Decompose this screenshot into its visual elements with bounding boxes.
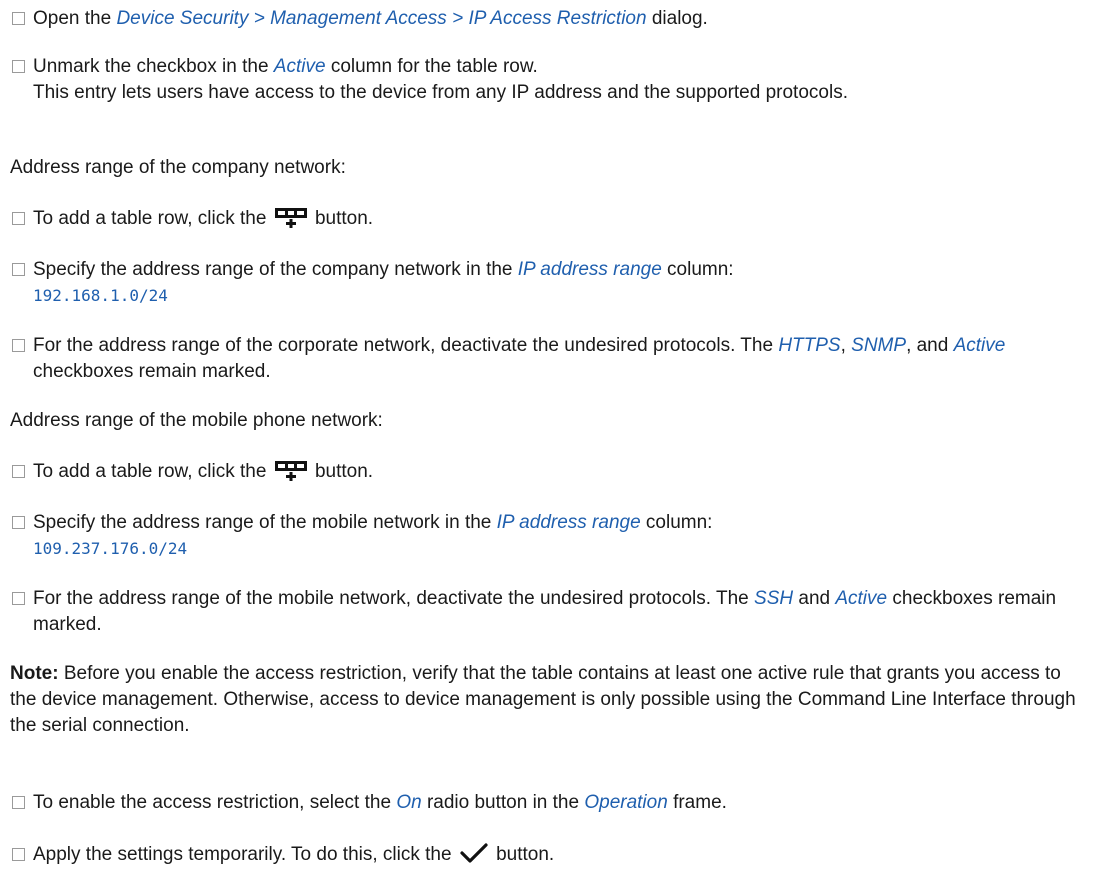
step-checkbox <box>12 465 25 478</box>
active-column-reference: Active <box>273 56 326 77</box>
https-reference: HTTPS <box>778 335 841 356</box>
step-text: button. <box>309 208 374 229</box>
step-checkbox <box>12 848 25 861</box>
active-reference: Active <box>835 588 888 609</box>
step-text: Apply the settings temporarily. To do th… <box>33 844 457 865</box>
mobile-network-heading: Address range of the mobile phone networ… <box>10 410 383 431</box>
separator-text: and <box>793 588 836 609</box>
step-checkbox <box>12 263 25 276</box>
note-text: Before you enable the access restriction… <box>10 663 1076 736</box>
step-deactivate-mobile-protocols: For the address range of the mobile netw… <box>10 586 1085 638</box>
instruction-document: Open the Device Security > Management Ac… <box>0 0 1093 894</box>
add-row-icon <box>274 206 308 236</box>
step-open-dialog: Open the Device Security > Management Ac… <box>10 6 1085 32</box>
step-text: column for the table row. <box>325 56 538 77</box>
ip-address-range-reference: IP address range <box>496 512 641 533</box>
step-text: For the address range of the corporate n… <box>33 335 779 356</box>
step-deactivate-company-protocols: For the address range of the corporate n… <box>10 333 1085 385</box>
step-checkbox <box>12 212 25 225</box>
step-text: button. <box>490 844 555 865</box>
step-checkbox <box>12 516 25 529</box>
step-specify-mobile-range: Specify the address range of the mobile … <box>10 510 1085 562</box>
step-text: Specify the address range of the mobile … <box>33 512 497 533</box>
step-text: To add a table row, click the <box>33 208 272 229</box>
step-text: checkboxes remain marked. <box>33 361 271 382</box>
note-paragraph: Note: Before you enable the access restr… <box>10 661 1085 739</box>
step-text: To add a table row, click the <box>33 461 272 482</box>
step-apply-settings: Apply the settings temporarily. To do th… <box>10 842 1085 872</box>
operation-frame-reference: Operation <box>584 792 668 813</box>
note-label: Note: <box>10 663 59 684</box>
step-add-row-mobile: To add a table row, click the button. <box>10 459 1085 489</box>
step-text: Specify the address range of the company… <box>33 259 518 280</box>
step-text: Unmark the checkbox in the <box>33 56 274 77</box>
step-checkbox <box>12 592 25 605</box>
separator-text: , and <box>906 335 954 356</box>
snmp-reference: SNMP <box>851 335 907 356</box>
ip-address-range-reference: IP address range <box>517 259 662 280</box>
step-text: radio button in the <box>421 792 585 813</box>
step-text: Open the <box>33 8 117 29</box>
step-text: frame. <box>667 792 727 813</box>
ssh-reference: SSH <box>754 588 794 609</box>
step-explanation: This entry lets users have access to the… <box>33 82 848 103</box>
step-text: For the address range of the mobile netw… <box>33 588 755 609</box>
step-checkbox <box>12 339 25 352</box>
step-checkbox <box>12 60 25 73</box>
on-radio-reference: On <box>396 792 422 813</box>
dialog-path-reference: Device Security > Management Access > IP… <box>116 8 647 29</box>
add-row-icon <box>274 459 308 489</box>
step-text: button. <box>309 461 374 482</box>
checkmark-icon <box>459 842 489 872</box>
company-network-heading: Address range of the company network: <box>10 157 346 178</box>
step-text: column: <box>640 512 713 533</box>
step-add-row-company: To add a table row, click the button. <box>10 206 1085 236</box>
separator-text: , <box>840 335 852 356</box>
step-text: column: <box>661 259 734 280</box>
active-reference: Active <box>953 335 1006 356</box>
step-unmark-active: Unmark the checkbox in the Active column… <box>10 54 1085 106</box>
step-text: dialog. <box>646 8 708 29</box>
step-specify-company-range: Specify the address range of the company… <box>10 257 1085 309</box>
step-text: To enable the access restriction, select… <box>33 792 397 813</box>
mobile-ip-range-value: 109.237.176.0/24 <box>33 539 188 558</box>
step-checkbox <box>12 796 25 809</box>
step-checkbox <box>12 12 25 25</box>
step-enable-restriction: To enable the access restriction, select… <box>10 790 1085 816</box>
company-ip-range-value: 192.168.1.0/24 <box>33 286 168 305</box>
